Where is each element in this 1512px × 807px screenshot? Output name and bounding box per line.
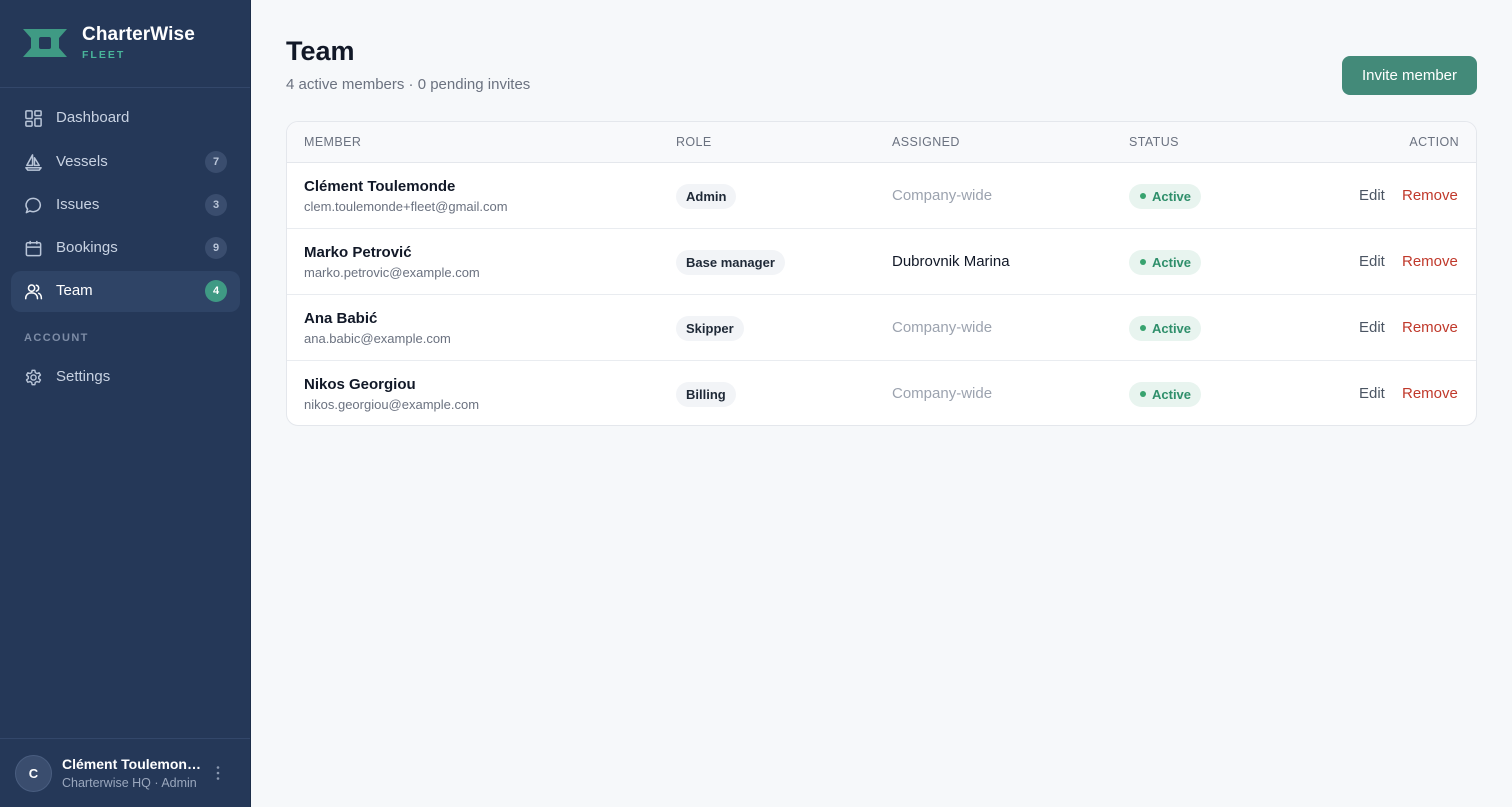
users-icon (24, 284, 43, 300)
status-badge: Active (1129, 316, 1202, 341)
member-name: Ana Babić (304, 310, 378, 327)
brand-subtitle: FLEET (82, 49, 126, 61)
user-meta: Charterwise HQ · Admin (62, 776, 197, 790)
member-email: nikos.georgiou@example.com (304, 397, 480, 412)
page-subtitle: 4 active members · 0 pending invites (286, 76, 531, 93)
status-label: Active (1152, 255, 1192, 270)
column-header-assigned: ASSIGNED (892, 135, 960, 149)
team-table: MEMBER ROLE ASSIGNED STATUS ACTION Cléme… (286, 121, 1477, 426)
chat-icon (25, 197, 42, 214)
status-label: Active (1152, 387, 1192, 402)
status-dot-icon (1140, 391, 1146, 397)
remove-button[interactable]: Remove (1402, 253, 1458, 270)
status-dot-icon (1140, 259, 1146, 265)
page-title: Team (286, 36, 355, 66)
role-chip: Billing (676, 382, 736, 407)
invite-member-button[interactable]: Invite member (1342, 56, 1477, 95)
table-row: Ana Babić ana.babic@example.com Skipper … (287, 295, 1476, 361)
status-label: Active (1152, 321, 1192, 336)
current-user: C Clément Toulemonde Charterwise HQ · Ad… (0, 738, 250, 807)
brand-name: CharterWise (82, 24, 195, 45)
member-name: Marko Petrović (304, 244, 412, 261)
status-badge: Active (1129, 184, 1202, 209)
sidebar-item-issues[interactable]: Issues 3 (11, 185, 240, 226)
table-row: Clément Toulemonde clem.toulemonde+fleet… (287, 163, 1476, 229)
sidebar-item-dashboard[interactable]: Dashboard (11, 98, 240, 139)
member-email: marko.petrovic@example.com (304, 265, 480, 280)
count-badge: 3 (205, 194, 227, 216)
more-vertical-icon[interactable] (210, 763, 226, 783)
role-chip: Skipper (676, 316, 744, 341)
sidebar-item-label: Team (56, 282, 93, 299)
member-email: clem.toulemonde+fleet@gmail.com (304, 199, 508, 214)
count-badge: 7 (205, 151, 227, 173)
column-header-member: MEMBER (304, 135, 362, 149)
assigned-scope: Company-wide (892, 187, 993, 204)
sidebar-item-label: Vessels (56, 153, 108, 170)
column-header-role: ROLE (676, 135, 712, 149)
sidebar-item-team[interactable]: Team 4 (11, 271, 240, 312)
table-row: Nikos Georgiou nikos.georgiou@example.co… (287, 361, 1476, 425)
sidebar-item-bookings[interactable]: Bookings 9 (11, 228, 240, 269)
status-dot-icon (1140, 193, 1146, 199)
edit-button[interactable]: Edit (1359, 319, 1385, 336)
member-email: ana.babic@example.com (304, 331, 451, 346)
sailboat-icon (25, 154, 42, 171)
role-chip: Admin (676, 184, 737, 209)
count-badge: 4 (205, 280, 227, 302)
section-label-account: ACCOUNT (24, 332, 89, 344)
member-name: Clément Toulemonde (304, 178, 456, 195)
assigned-scope: Company-wide (892, 385, 993, 402)
column-header-action: ACTION (1409, 135, 1459, 149)
status-dot-icon (1140, 325, 1146, 331)
edit-button[interactable]: Edit (1359, 385, 1385, 402)
member-name: Nikos Georgiou (304, 376, 416, 393)
remove-button[interactable]: Remove (1402, 319, 1458, 336)
assigned-scope: Company-wide (892, 319, 993, 336)
sidebar: CharterWise FLEET Dashboard Vessels 7 Is… (0, 0, 251, 807)
column-header-status: STATUS (1129, 135, 1179, 149)
sidebar-item-label: Bookings (56, 239, 118, 256)
dashboard-icon (25, 110, 42, 127)
status-badge: Active (1129, 250, 1202, 275)
user-name: Clément Toulemonde (62, 756, 202, 772)
status-label: Active (1152, 189, 1192, 204)
brand: CharterWise FLEET (0, 0, 250, 88)
table-header: MEMBER ROLE ASSIGNED STATUS ACTION (287, 122, 1476, 163)
sidebar-item-label: Dashboard (56, 109, 130, 126)
remove-button[interactable]: Remove (1402, 187, 1458, 204)
gear-icon (25, 369, 42, 386)
sidebar-item-label: Settings (56, 368, 111, 385)
table-row: Marko Petrović marko.petrovic@example.co… (287, 229, 1476, 295)
role-chip: Base manager (676, 250, 785, 275)
count-badge: 9 (205, 237, 227, 259)
sidebar-item-label: Issues (56, 196, 100, 213)
avatar[interactable]: C (15, 755, 52, 792)
status-badge: Active (1129, 382, 1202, 407)
edit-button[interactable]: Edit (1359, 253, 1385, 270)
sidebar-item-settings[interactable]: Settings (11, 357, 240, 398)
edit-button[interactable]: Edit (1359, 187, 1385, 204)
remove-button[interactable]: Remove (1402, 385, 1458, 402)
assigned-scope: Dubrovnik Marina (892, 253, 1010, 270)
sidebar-item-vessels[interactable]: Vessels 7 (11, 142, 240, 183)
charterwise-logo-icon (23, 29, 67, 57)
calendar-icon (25, 240, 42, 257)
